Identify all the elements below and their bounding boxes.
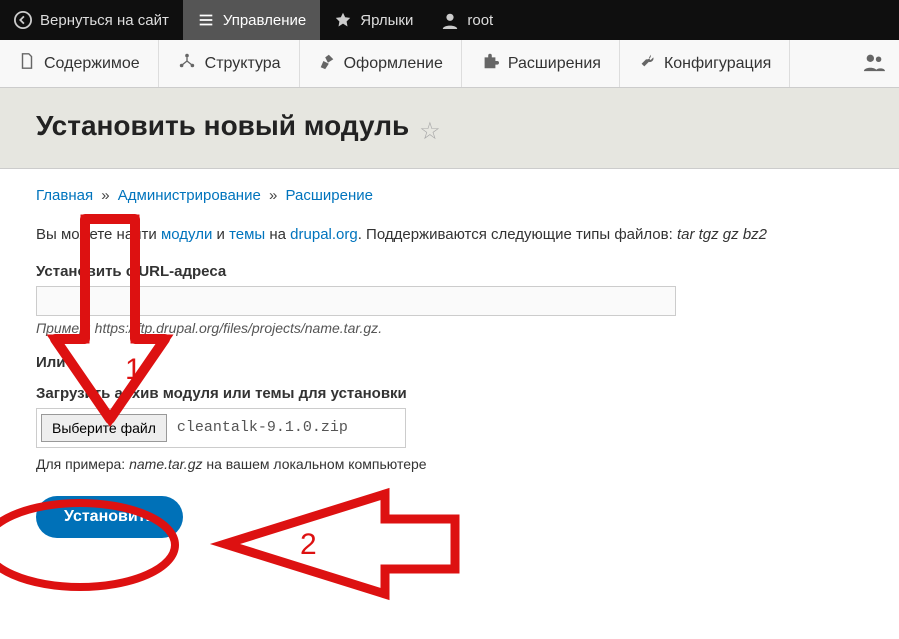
star-icon	[334, 11, 352, 29]
shortcuts[interactable]: Ярлыки	[320, 0, 427, 40]
favorite-toggle-icon[interactable]: ☆	[419, 118, 441, 145]
drupal-link[interactable]: drupal.org	[290, 226, 358, 243]
back-to-site[interactable]: Вернуться на сайт	[0, 0, 183, 40]
tab-structure[interactable]: Структура	[159, 40, 300, 87]
admin-menu: Содержимое Структура Оформление Расширен…	[0, 40, 899, 88]
install-button[interactable]: Установить	[36, 496, 183, 538]
document-icon	[18, 52, 36, 75]
breadcrumb-sep: »	[101, 187, 109, 204]
tab-config[interactable]: Конфигурация	[620, 40, 790, 87]
url-field-label: Установить с URL-адреса	[36, 263, 863, 280]
breadcrumb-sep: »	[269, 187, 277, 204]
page-title: Установить новый модуль	[36, 110, 409, 142]
help-prefix: Вы можете найти	[36, 226, 161, 243]
chosen-filename: cleantalk-9.1.0.zip	[177, 419, 348, 436]
help-text: Вы можете найти модули и темы на drupal.…	[36, 226, 863, 243]
breadcrumb-home[interactable]: Главная	[36, 187, 93, 204]
admin-toolbar: Вернуться на сайт Управление Ярлыки root	[0, 0, 899, 40]
tab-content-label: Содержимое	[44, 55, 140, 73]
structure-icon	[177, 52, 197, 75]
tab-structure-label: Структура	[205, 55, 281, 73]
tab-config-label: Конфигурация	[664, 55, 771, 73]
tab-appearance-label: Оформление	[344, 55, 443, 73]
eg-prefix: Для примера:	[36, 456, 129, 472]
eg-file: name.tar.gz	[129, 456, 202, 472]
breadcrumb-extend[interactable]: Расширение	[286, 187, 373, 204]
shortcuts-label: Ярлыки	[360, 12, 413, 29]
breadcrumb: Главная » Администрирование » Расширение	[36, 187, 863, 204]
breadcrumb-admin[interactable]: Администрирование	[118, 187, 261, 204]
upload-example: Для примера: name.tar.gz на вашем локаль…	[36, 456, 863, 472]
back-to-site-label: Вернуться на сайт	[40, 12, 169, 29]
manage-toggle[interactable]: Управление	[183, 0, 320, 40]
eg-suffix: на вашем локальном компьютере	[202, 456, 426, 472]
or-separator: Или	[36, 354, 863, 371]
file-input-wrapper: Выберите файл cleantalk-9.1.0.zip	[36, 408, 406, 448]
upload-field-label: Загрузить архив модуля или темы для уста…	[36, 385, 863, 402]
url-hint-suffix: .	[378, 320, 382, 336]
choose-file-button[interactable]: Выберите файл	[41, 414, 167, 442]
user-label: root	[467, 12, 493, 29]
wrench-icon	[638, 52, 656, 75]
manage-label: Управление	[223, 12, 306, 29]
modules-link[interactable]: модули	[161, 226, 212, 243]
install-url-input[interactable]	[36, 286, 676, 316]
page-content: Главная » Администрирование » Расширение…	[0, 169, 899, 578]
page-header: Установить новый модуль ☆	[0, 88, 899, 169]
help-on: на	[265, 226, 290, 243]
user-menu[interactable]: root	[427, 0, 507, 40]
help-filetypes: tar tgz gz bz2	[677, 226, 767, 243]
annotation-number-2: 2	[300, 528, 317, 561]
user-icon	[441, 11, 459, 29]
people-icon	[863, 52, 885, 75]
url-hint-prefix: Пример:	[36, 320, 95, 336]
tab-content[interactable]: Содержимое	[0, 40, 159, 87]
help-suffix: . Поддерживаются следующие типы файлов:	[358, 226, 677, 243]
tab-people[interactable]	[849, 40, 899, 87]
puzzle-icon	[480, 52, 500, 75]
brush-icon	[318, 52, 336, 75]
tab-extend[interactable]: Расширения	[462, 40, 620, 87]
back-arrow-icon	[14, 11, 32, 29]
url-hint-url: https://ftp.drupal.org/files/projects/na…	[95, 320, 379, 336]
help-and: и	[212, 226, 229, 243]
hamburger-icon	[197, 11, 215, 29]
tab-appearance[interactable]: Оформление	[300, 40, 462, 87]
tab-extend-label: Расширения	[508, 55, 601, 73]
themes-link[interactable]: темы	[229, 226, 265, 243]
url-hint: Пример: https://ftp.drupal.org/files/pro…	[36, 320, 863, 336]
